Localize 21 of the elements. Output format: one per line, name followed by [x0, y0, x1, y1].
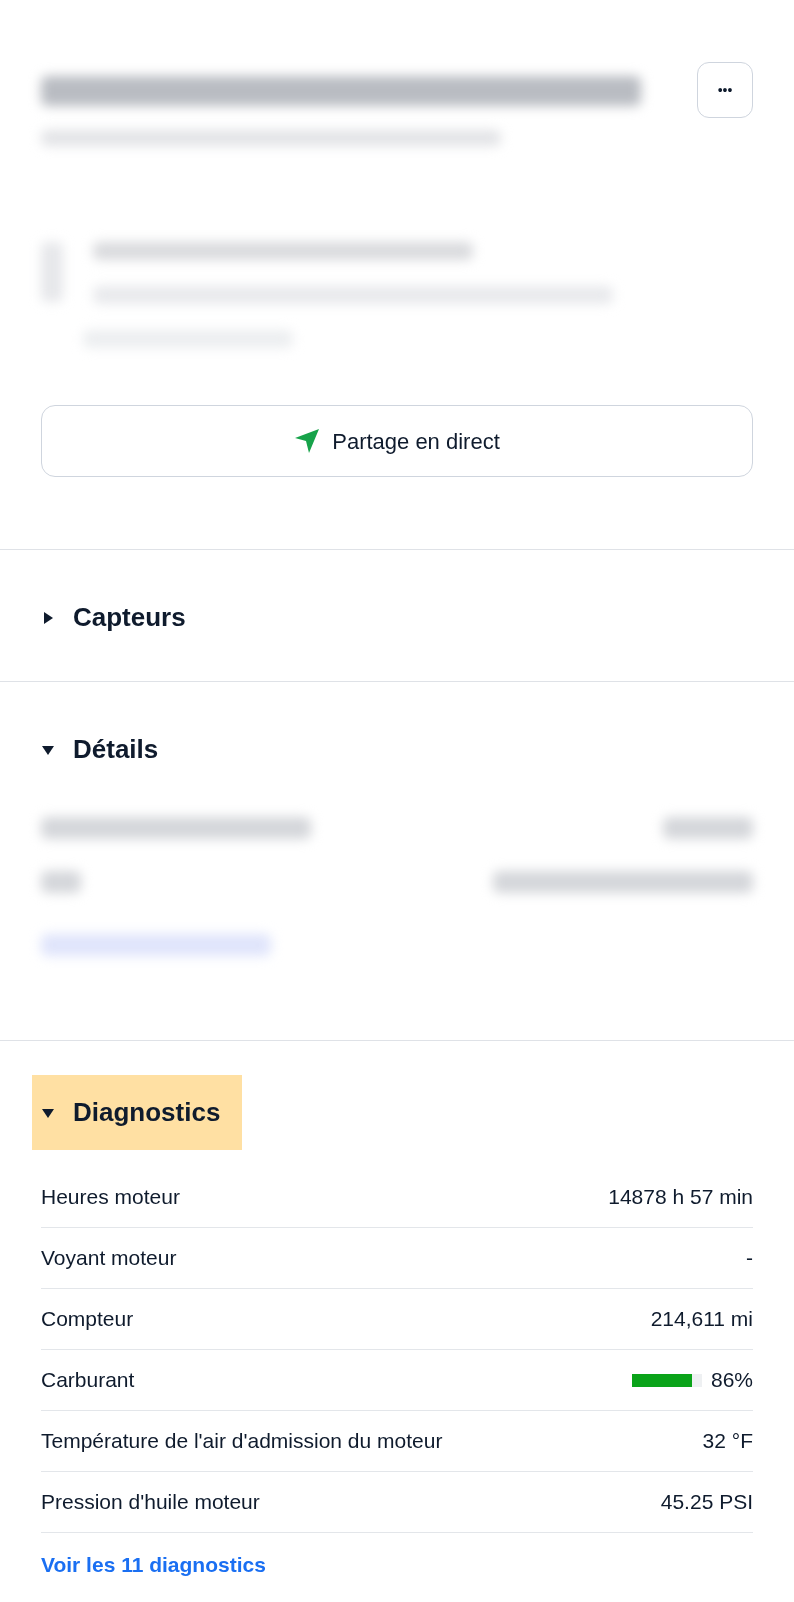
section-header[interactable]: Diagnostics	[32, 1075, 243, 1150]
more-button[interactable]: •••	[697, 62, 753, 118]
diagnostic-label: Voyant moteur	[41, 1245, 177, 1272]
diagnostic-value: 14878 h 57 min	[608, 1184, 753, 1211]
diagnostic-value: 32 °F	[702, 1428, 753, 1455]
diagnostic-label: Pression d'huile moteur	[41, 1489, 260, 1516]
caret-right-icon	[41, 610, 55, 625]
diagnostic-value: -	[746, 1245, 753, 1272]
section-header[interactable]: Capteurs	[41, 584, 186, 651]
diagnostic-label: Carburant	[41, 1367, 135, 1394]
diagnostic-label: Température de l'air d'admission du moteur	[41, 1428, 443, 1455]
view-all-link[interactable]: Voir les 11 diagnostics	[41, 1549, 266, 1581]
diagnostic-label: Compteur	[41, 1306, 134, 1333]
live-share-button[interactable]: Partage en direct	[41, 405, 753, 477]
diagnostic-value: 214,611 mi	[650, 1306, 753, 1333]
section-header[interactable]: Détails	[41, 716, 159, 783]
diagnostic-label: Heures moteur	[41, 1184, 180, 1211]
blurred-text	[41, 871, 81, 893]
diagnostic-value: 86%	[710, 1367, 753, 1394]
navigation-arrow-icon	[294, 428, 321, 454]
diagnostic-value: 45.25 PSI	[660, 1489, 753, 1516]
